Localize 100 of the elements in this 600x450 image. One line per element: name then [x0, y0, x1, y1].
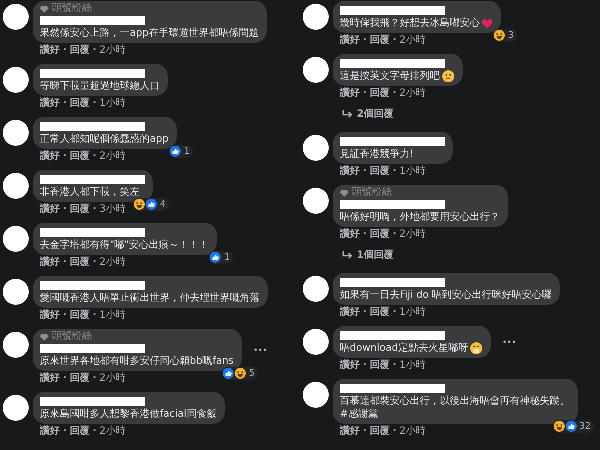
like-icon: [146, 199, 158, 210]
separator-dot: ·: [63, 426, 67, 437]
like-icon: [210, 252, 222, 263]
separator-dot: ·: [92, 373, 97, 384]
reply-link[interactable]: 回覆: [70, 98, 90, 109]
timestamp: 2小時: [100, 151, 126, 162]
comment-text: 唔download定點去火星嘟呀: [340, 342, 468, 355]
like-link[interactable]: 讚好: [340, 35, 360, 46]
like-link[interactable]: 讚好: [40, 204, 60, 215]
reply-link[interactable]: 回覆: [70, 45, 90, 56]
reaction-summary[interactable]: 1: [169, 145, 193, 158]
reply-link[interactable]: 回覆: [370, 35, 390, 46]
separator-dot: ·: [92, 426, 97, 437]
more-icon[interactable]: [254, 348, 267, 352]
reaction-summary[interactable]: 5: [222, 367, 258, 380]
reply-link[interactable]: 回覆: [70, 373, 90, 384]
avatar: [303, 382, 329, 408]
view-replies-link[interactable]: 1個回覆: [357, 248, 394, 262]
reply-link[interactable]: 回覆: [70, 426, 90, 437]
like-link[interactable]: 讚好: [40, 426, 60, 437]
like-icon: [170, 146, 182, 157]
avatar: [303, 57, 329, 83]
reaction-summary[interactable]: 32: [552, 420, 594, 433]
reply-link[interactable]: 回覆: [370, 166, 390, 177]
comment-text: 等睇下載量超過地球總人口: [40, 80, 160, 93]
reply-link[interactable]: 回覆: [70, 151, 90, 162]
reply-link[interactable]: 回覆: [70, 310, 90, 321]
laughing-face-icon: [554, 421, 565, 432]
badge-label: 頭號粉絲: [52, 332, 92, 342]
diamond-icon: [40, 6, 49, 12]
separator-dot: ·: [392, 426, 397, 437]
separator-dot: ·: [392, 229, 397, 240]
reply-link[interactable]: 回覆: [370, 229, 390, 240]
diamond-icon: [340, 190, 349, 196]
avatar: [3, 279, 29, 305]
separator-dot: ·: [92, 310, 97, 321]
like-link[interactable]: 讚好: [340, 307, 360, 318]
reply-link[interactable]: 回覆: [370, 88, 390, 99]
comment-text: 幾時俾我飛？好想去冰島嘟安心: [340, 17, 480, 30]
timestamp: 2小時: [100, 373, 126, 384]
separator-dot: ·: [63, 373, 67, 384]
badge-label: 頭號粉絲: [352, 188, 392, 198]
comment-text: 原來世界各地都有咁多安仔同心穎bb嘅fans: [40, 355, 234, 368]
separator-dot: ·: [392, 360, 397, 371]
reaction-summary[interactable]: 1: [209, 251, 234, 264]
face-icon: [470, 342, 484, 355]
laughing-face-icon: [134, 199, 146, 210]
like-link[interactable]: 讚好: [40, 373, 60, 384]
avatar: [3, 332, 29, 358]
separator-dot: ·: [63, 98, 67, 109]
reaction-count: 3: [508, 30, 514, 40]
timestamp: 1小時: [400, 307, 426, 318]
reaction-count: 1: [184, 146, 190, 156]
avatar: [3, 395, 29, 421]
reaction-summary[interactable]: 4: [133, 198, 169, 211]
timestamp: 3小時: [100, 204, 126, 215]
separator-dot: ·: [363, 307, 367, 318]
badge-label: 頭號粉絲: [52, 4, 92, 14]
comment-text: 原來島國咁多人想黎香港做facial同食飯: [40, 408, 217, 421]
comment-text: 果然係安心上路，一app在手環遊世界都唔係問題: [40, 27, 259, 40]
like-link[interactable]: 讚好: [340, 229, 360, 240]
avatar: [303, 4, 329, 30]
like-link[interactable]: 讚好: [340, 360, 360, 371]
like-link[interactable]: 讚好: [340, 166, 360, 177]
like-icon: [223, 368, 234, 379]
more-icon[interactable]: [503, 340, 516, 344]
reply-link[interactable]: 回覆: [370, 426, 390, 437]
separator-dot: ·: [392, 307, 397, 318]
like-link[interactable]: 讚好: [40, 98, 60, 109]
laughing-face-icon: [235, 368, 246, 379]
separator-dot: ·: [92, 257, 97, 268]
heart-icon: [482, 18, 493, 28]
view-replies-link[interactable]: 2個回覆: [357, 107, 394, 121]
reply-link[interactable]: 回覆: [370, 360, 390, 371]
avatar: [303, 135, 329, 161]
like-link[interactable]: 讚好: [40, 45, 60, 56]
like-link[interactable]: 讚好: [40, 151, 60, 162]
timestamp: 2小時: [400, 229, 426, 240]
timestamp: 1小時: [100, 310, 126, 321]
like-link[interactable]: 讚好: [40, 257, 60, 268]
separator-dot: ·: [392, 88, 397, 99]
like-link[interactable]: 讚好: [340, 88, 360, 99]
reaction-summary[interactable]: 3: [493, 29, 517, 42]
like-link[interactable]: 讚好: [40, 310, 60, 321]
laughing-face-icon: [494, 30, 506, 41]
thinking-face-icon: [442, 70, 455, 83]
separator-dot: ·: [63, 310, 67, 321]
avatar: [3, 67, 29, 93]
separator-dot: ·: [63, 257, 67, 268]
avatar: [3, 226, 29, 252]
like-link[interactable]: 讚好: [340, 426, 360, 437]
comment-text: 非香港人都下載，笑左: [40, 186, 140, 199]
reply-link[interactable]: 回覆: [70, 204, 90, 215]
reply-arrow-icon: [342, 250, 353, 260]
avatar: [3, 120, 29, 146]
reaction-count: 5: [249, 368, 255, 378]
reply-link[interactable]: 回覆: [70, 257, 90, 268]
separator-dot: ·: [92, 151, 97, 162]
comment-text: 百慕達都裝安心出行，以後出海唔會再有神秘失蹤。 #感謝黨: [340, 395, 570, 421]
reply-link[interactable]: 回覆: [370, 307, 390, 318]
